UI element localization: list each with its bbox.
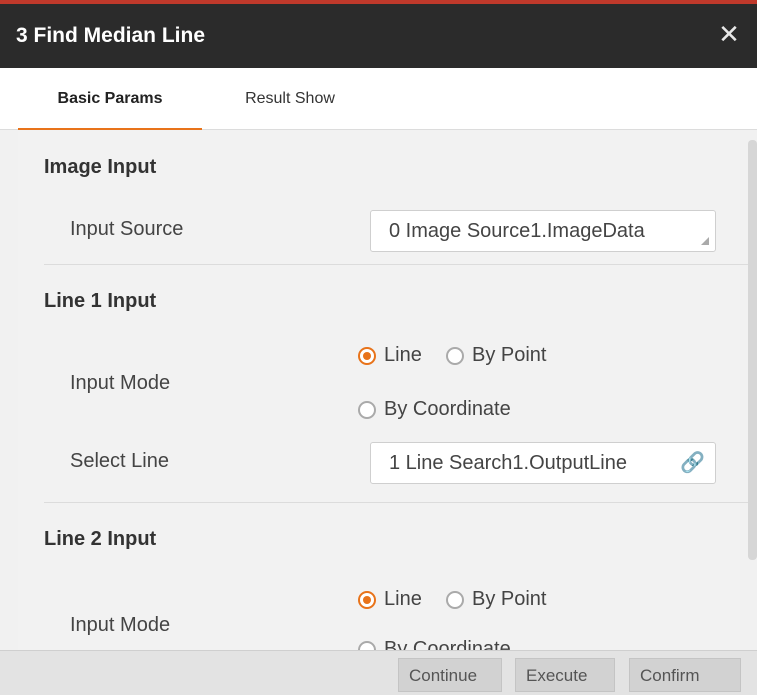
tab-basic-params[interactable]: Basic Params bbox=[18, 68, 202, 131]
line2-radio-by-point[interactable]: By Point bbox=[446, 588, 546, 611]
section-image-input-title: Image Input bbox=[44, 156, 157, 178]
radio-unchecked-icon bbox=[358, 400, 376, 419]
divider bbox=[44, 502, 754, 503]
line1-radio-by-point-label: By Point bbox=[472, 344, 547, 366]
line1-radio-by-coordinate[interactable]: By Coordinate bbox=[358, 398, 511, 421]
input-source-label: Input Source bbox=[70, 218, 184, 240]
tab-result-show[interactable]: Result Show bbox=[220, 68, 360, 130]
close-icon[interactable]: ✕ bbox=[715, 20, 743, 48]
tab-result-show-label: Result Show bbox=[245, 90, 335, 107]
params-panel: Image Input Input Source 0 Image Source1… bbox=[18, 130, 754, 660]
section-line1-input-title: Line 1 Input bbox=[44, 290, 157, 312]
line1-input-mode-label: Input Mode bbox=[70, 372, 171, 394]
select-line-value: 1 Line Search1.OutputLine bbox=[389, 452, 627, 474]
tab-basic-params-label: Basic Params bbox=[57, 90, 163, 107]
confirm-button[interactable]: Confirm bbox=[629, 658, 741, 692]
title-bar: 3 Find Median Line ✕ bbox=[0, 0, 757, 68]
select-line-field[interactable]: 1 Line Search1.OutputLine 🔗 bbox=[370, 442, 716, 484]
line1-radio-by-coordinate-label: By Coordinate bbox=[384, 398, 511, 420]
line2-radio-line[interactable]: Line bbox=[358, 588, 422, 611]
link-icon[interactable]: 🔗 bbox=[680, 443, 705, 483]
line1-radio-line[interactable]: Line bbox=[358, 344, 422, 367]
radio-checked-icon bbox=[358, 590, 376, 609]
divider bbox=[44, 264, 754, 265]
dialog-title: 3 Find Median Line bbox=[16, 24, 206, 47]
line1-radio-by-point[interactable]: By Point bbox=[446, 344, 546, 367]
find-median-line-dialog: 3 Find Median Line ✕ Basic Params Result… bbox=[0, 0, 757, 695]
line1-radio-line-label: Line bbox=[384, 344, 422, 366]
select-line-label: Select Line bbox=[70, 450, 169, 472]
radio-unchecked-icon bbox=[446, 590, 464, 609]
input-source-select[interactable]: 0 Image Source1.ImageData bbox=[370, 210, 716, 252]
execute-button[interactable]: Execute bbox=[515, 658, 615, 692]
line2-radio-line-label: Line bbox=[384, 588, 422, 610]
section-line2-input-title: Line 2 Input bbox=[44, 528, 157, 550]
continue-button[interactable]: Continue bbox=[398, 658, 502, 692]
line2-radio-by-point-label: By Point bbox=[472, 588, 547, 610]
line2-input-mode-label: Input Mode bbox=[70, 614, 171, 636]
dialog-footer: Continue Execute Confirm bbox=[0, 650, 757, 695]
radio-unchecked-icon bbox=[446, 346, 464, 365]
input-source-value: 0 Image Source1.ImageData bbox=[389, 220, 645, 242]
radio-checked-icon bbox=[358, 346, 376, 365]
tab-bar: Basic Params Result Show bbox=[0, 68, 757, 131]
dropdown-corner-icon bbox=[701, 237, 709, 245]
vertical-scrollbar[interactable] bbox=[748, 140, 757, 560]
